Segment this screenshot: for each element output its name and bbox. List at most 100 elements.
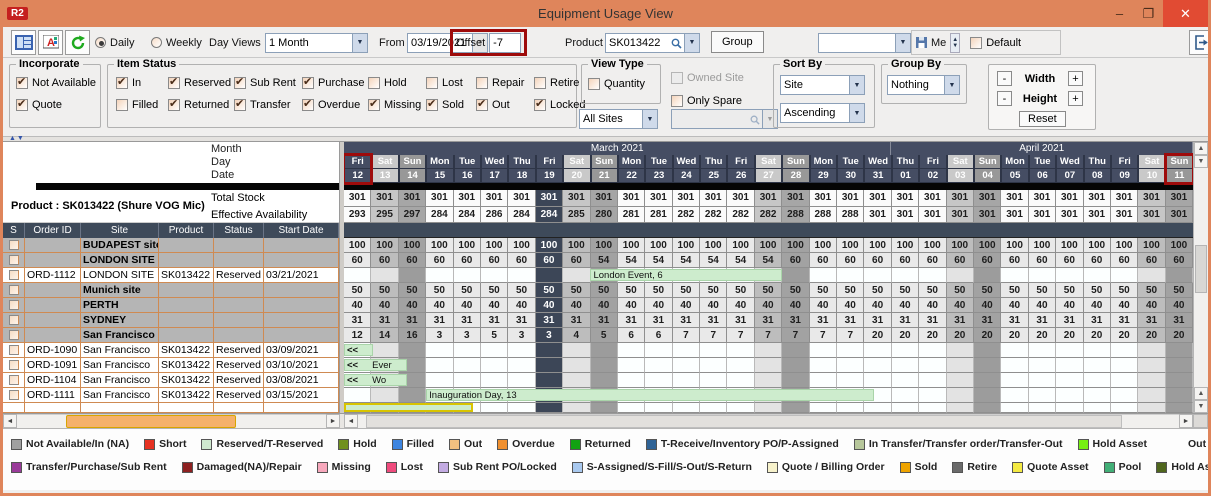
status-locked[interactable] — [534, 99, 546, 111]
table-row[interactable]: ORD-1091San FranciscoSK013422Reserved03/… — [3, 358, 339, 373]
table-row[interactable]: Munich site — [3, 283, 339, 298]
booking-bar[interactable]: Inauguration Day, 13 — [426, 389, 874, 401]
incorporate-quote[interactable] — [16, 99, 28, 111]
table-row[interactable]: ORD-1104San FranciscoSK013422Reserved03/… — [3, 373, 339, 388]
date-header-cell[interactable]: 02 — [919, 169, 946, 183]
status-missing[interactable] — [368, 99, 380, 111]
day-header-cell[interactable]: Sun — [1166, 155, 1193, 169]
status-purchase[interactable] — [302, 77, 314, 89]
table-row[interactable]: LONDON SITE — [3, 253, 339, 268]
date-header-cell[interactable]: 19 — [536, 169, 563, 183]
date-header-cell[interactable]: 08 — [1084, 169, 1111, 183]
table-row[interactable]: SYDNEY — [3, 313, 339, 328]
vertical-scroll-track[interactable] — [1194, 168, 1208, 387]
width-minus-button[interactable]: - — [997, 71, 1012, 86]
date-header-cell[interactable]: 22 — [618, 169, 645, 183]
row-checkbox[interactable] — [9, 270, 19, 280]
date-header-cell[interactable]: 31 — [864, 169, 891, 183]
day-header-cell[interactable]: Tue — [1029, 155, 1056, 169]
search-icon[interactable] — [671, 38, 682, 49]
product-input[interactable]: SK013422 — [605, 33, 685, 53]
date-header-cell[interactable]: 27 — [755, 169, 782, 183]
scroll-right-icon[interactable]: ► — [326, 414, 340, 428]
row-checkbox[interactable] — [9, 315, 19, 325]
status-lost[interactable] — [426, 77, 438, 89]
scroll-down-icon[interactable]: ▼ — [1194, 400, 1208, 413]
date-header-cell[interactable]: 17 — [481, 169, 508, 183]
day-header-cell[interactable]: Mon — [810, 155, 837, 169]
offset-input[interactable]: -7 — [489, 33, 521, 53]
grid-scroll-thumb[interactable] — [366, 415, 1121, 428]
default-checkbox[interactable] — [970, 37, 982, 49]
day-header-cell[interactable]: Thu — [1084, 155, 1111, 169]
day-header-cell[interactable]: Sun — [974, 155, 1001, 169]
day-header-cell[interactable]: Sun — [591, 155, 618, 169]
sort-field-dropdown-icon[interactable]: ▼ — [850, 75, 865, 95]
product-dropdown-icon[interactable]: ▼ — [685, 33, 700, 53]
minimize-button[interactable]: – — [1105, 0, 1134, 27]
height-plus-button[interactable]: + — [1068, 91, 1083, 106]
table-row[interactable]: ORD-1090San FranciscoSK013422Reserved03/… — [3, 343, 339, 358]
scroll-left-icon[interactable]: ◄ — [344, 414, 358, 428]
date-header-cell[interactable]: 21 — [591, 169, 618, 183]
status-returned[interactable] — [168, 99, 180, 111]
status-in[interactable] — [116, 77, 128, 89]
owned-site-checkbox[interactable] — [671, 72, 683, 84]
sort-field-select[interactable]: Site — [780, 75, 850, 95]
status-repair[interactable] — [476, 77, 488, 89]
date-header-cell[interactable]: 13 — [371, 169, 398, 183]
day-header-cell[interactable]: Thu — [508, 155, 535, 169]
splitter-collapse-icon[interactable]: ▲▼ — [9, 135, 25, 142]
sort-direction-select[interactable]: Ascending — [780, 103, 850, 123]
date-header-cell[interactable]: 10 — [1138, 169, 1165, 183]
incorporate-not-available[interactable] — [16, 77, 28, 89]
width-plus-button[interactable]: + — [1068, 71, 1083, 86]
date-header-cell[interactable]: 03 — [947, 169, 974, 183]
status-overdue[interactable] — [302, 99, 314, 111]
view-select-dropdown-icon[interactable]: ▼ — [896, 33, 911, 53]
scroll-down-icon[interactable]: ▼ — [1194, 155, 1208, 168]
day-header-cell[interactable]: Fri — [1111, 155, 1138, 169]
group-by-dropdown-icon[interactable]: ▼ — [945, 75, 960, 95]
scroll-up-icon[interactable]: ▲ — [1194, 387, 1208, 400]
date-header-cell[interactable]: 20 — [563, 169, 590, 183]
day-header-cell[interactable]: Wed — [864, 155, 891, 169]
status-filled[interactable] — [116, 99, 128, 111]
row-checkbox[interactable] — [9, 390, 19, 400]
day-header-cell[interactable]: Mon — [1001, 155, 1028, 169]
column-header-s[interactable]: S — [3, 223, 25, 238]
status-transfer[interactable] — [234, 99, 246, 111]
day-header-cell[interactable]: Mon — [618, 155, 645, 169]
day-views-select[interactable]: 1 Month — [265, 33, 353, 53]
all-sites-dropdown-icon[interactable]: ▼ — [643, 109, 658, 129]
day-header-cell[interactable]: Wed — [481, 155, 508, 169]
date-header-cell[interactable]: 14 — [399, 169, 426, 183]
me-button[interactable]: Me — [931, 37, 946, 49]
booking-bar[interactable]: << — [344, 344, 373, 356]
row-checkbox[interactable] — [9, 285, 19, 295]
vertical-scrollbar[interactable]: ▲ ▼ ▲ ▼ — [1193, 142, 1208, 413]
spinner-down-icon[interactable]: ▼ — [952, 43, 958, 49]
booking-bar[interactable]: <<Wo — [344, 374, 407, 386]
date-header-cell[interactable]: 07 — [1056, 169, 1083, 183]
label-easel-icon-button[interactable]: A — [38, 30, 63, 55]
table-row[interactable]: BUDAPEST site — [3, 238, 339, 253]
table-scroll-thumb[interactable] — [66, 415, 236, 428]
date-header-cell[interactable]: 01 — [892, 169, 919, 183]
height-minus-button[interactable]: - — [997, 91, 1012, 106]
scroll-left-icon[interactable]: ◄ — [3, 414, 17, 428]
column-header-order-id[interactable]: Order ID — [25, 223, 81, 238]
day-header-cell[interactable]: Tue — [837, 155, 864, 169]
day-header-cell[interactable]: Fri — [536, 155, 563, 169]
date-header-cell[interactable]: 25 — [700, 169, 727, 183]
weekly-radio[interactable] — [151, 37, 162, 48]
me-spinner[interactable]: ▲▼ — [950, 33, 960, 53]
group-by-select[interactable]: Nothing — [887, 75, 945, 95]
day-header-cell[interactable]: Thu — [892, 155, 919, 169]
day-header-cell[interactable]: Sun — [399, 155, 426, 169]
table-row[interactable]: ORD-1111San FranciscoSK013422Reserved03/… — [3, 388, 339, 403]
row-checkbox[interactable] — [9, 240, 19, 250]
date-header-cell[interactable]: 05 — [1001, 169, 1028, 183]
day-header-cell[interactable]: Fri — [344, 155, 371, 169]
column-header-status[interactable]: Status — [214, 223, 264, 238]
